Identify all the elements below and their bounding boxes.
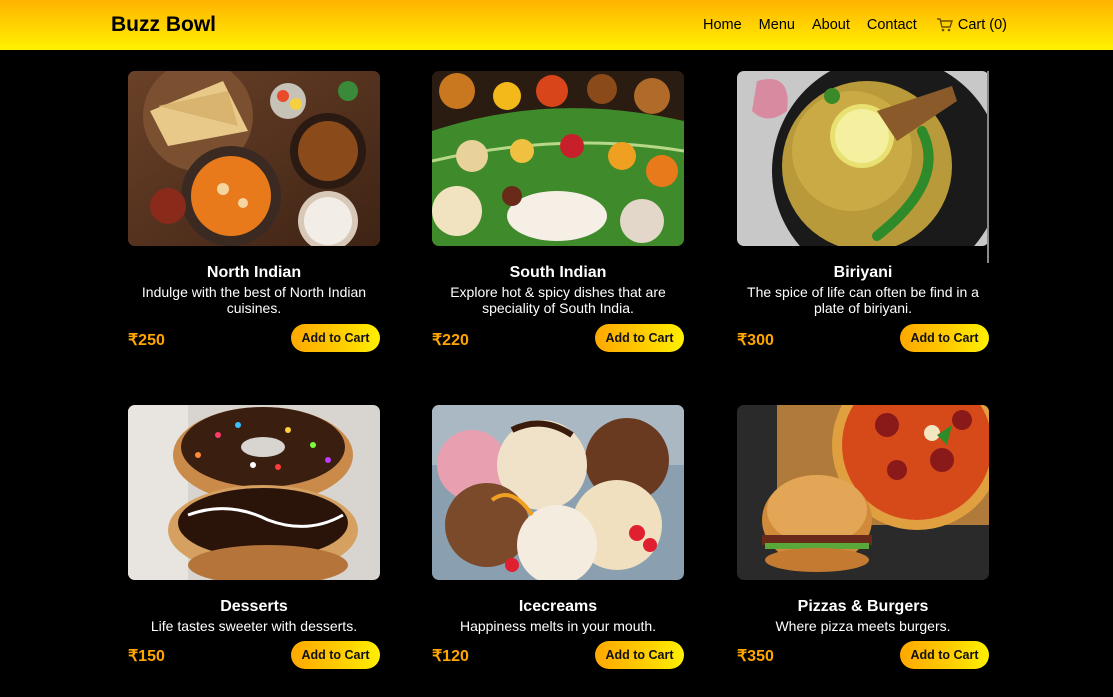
product-price: ₹150 <box>128 648 165 665</box>
nav-home-link[interactable]: Home <box>703 17 742 33</box>
product-card-desserts: Desserts Life tastes sweeter with desser… <box>128 405 380 669</box>
product-card-icecreams: Icecreams Happiness melts in your mouth.… <box>432 405 684 669</box>
product-card-south-indian: South Indian Explore hot & spicy dishes … <box>432 71 684 352</box>
product-title: Pizzas & Burgers <box>797 598 929 615</box>
add-to-cart-button[interactable]: Add to Cart <box>291 324 380 352</box>
product-title: Desserts <box>220 598 288 615</box>
nav-menu-link[interactable]: Menu <box>759 17 795 33</box>
add-to-cart-button[interactable]: Add to Cart <box>900 641 989 669</box>
product-price: ₹220 <box>432 332 469 349</box>
add-to-cart-button[interactable]: Add to Cart <box>595 641 684 669</box>
product-description: The spice of life can often be find in a… <box>747 284 979 316</box>
biriyani-image <box>737 71 989 246</box>
product-title: South Indian <box>509 264 607 281</box>
product-card-biriyani: Biriyani The spice of life can often be … <box>737 71 989 352</box>
product-description: Life tastes sweeter with desserts. <box>150 618 358 634</box>
nav-contact-link[interactable]: Contact <box>867 17 917 33</box>
cart-label: Cart (0) <box>957 17 1007 33</box>
product-description: Explore hot & spicy dishes that are spec… <box>450 284 666 316</box>
nav-links: Home Menu About Contact Cart (0) <box>703 17 1007 33</box>
product-price: ₹250 <box>128 332 165 349</box>
product-price: ₹300 <box>737 332 774 349</box>
product-description: Happiness melts in your mouth. <box>459 618 657 634</box>
product-title: Icecreams <box>518 598 598 615</box>
shopping-cart-icon <box>936 18 953 32</box>
south-indian-image <box>432 71 684 246</box>
product-title: Biriyani <box>833 264 893 281</box>
nav-about-link[interactable]: About <box>812 17 850 33</box>
product-description: Indulge with the best of North Indian cu… <box>141 284 367 316</box>
add-to-cart-button[interactable]: Add to Cart <box>291 641 380 669</box>
add-to-cart-button[interactable]: Add to Cart <box>595 324 684 352</box>
product-price: ₹120 <box>432 648 469 665</box>
divider <box>987 71 989 263</box>
product-price: ₹350 <box>737 648 774 665</box>
brand-logo[interactable]: Buzz Bowl <box>111 13 216 37</box>
product-description: Where pizza meets burgers. <box>775 618 951 634</box>
desserts-image <box>128 405 380 580</box>
product-card-pizzas-burgers: Pizzas & Burgers Where pizza meets burge… <box>737 405 989 669</box>
nav-cart-link[interactable]: Cart (0) <box>936 17 1007 33</box>
north-indian-image <box>128 71 380 246</box>
pizzas-burgers-image <box>737 405 989 580</box>
add-to-cart-button[interactable]: Add to Cart <box>900 324 989 352</box>
icecreams-image <box>432 405 684 580</box>
product-title: North Indian <box>206 264 302 281</box>
navbar: Buzz Bowl Home Menu About Contact Cart (… <box>0 0 1113 50</box>
product-card-north-indian: North Indian Indulge with the best of No… <box>128 71 380 352</box>
